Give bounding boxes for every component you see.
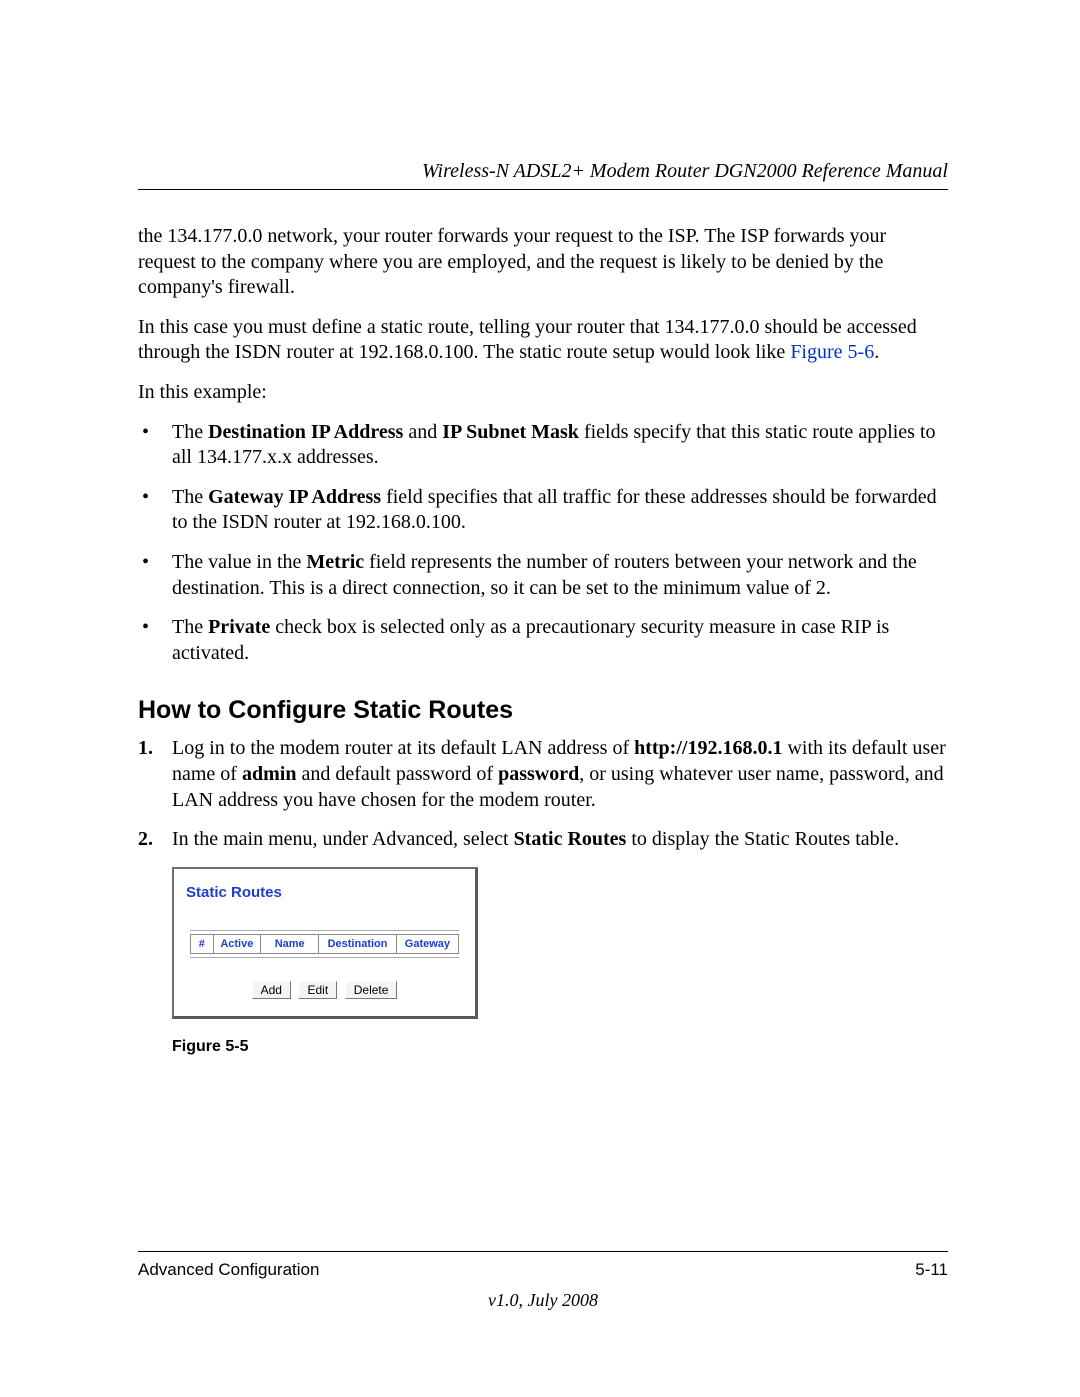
list-item: The Gateway IP Address field specifies t… xyxy=(138,485,948,536)
bold-term: Metric xyxy=(306,551,364,573)
page-footer: Advanced Configuration 5-11 v1.0, July 2… xyxy=(138,1251,948,1311)
text: check box is selected only as a precauti… xyxy=(172,616,889,664)
section-heading: How to Configure Static Routes xyxy=(138,694,948,726)
col-header-active: Active xyxy=(213,934,260,953)
footer-section: Advanced Configuration xyxy=(138,1260,319,1280)
paragraph: the 134.177.0.0 network, your router for… xyxy=(138,224,948,301)
running-header: Wireless-N ADSL2+ Modem Router DGN2000 R… xyxy=(138,160,948,183)
separator xyxy=(190,930,459,931)
bold-term: http://192.168.0.1 xyxy=(634,737,782,759)
bold-term: password xyxy=(498,763,579,785)
col-header-name: Name xyxy=(261,934,319,953)
figure-link[interactable]: Figure 5-6 xyxy=(790,341,874,363)
bold-term: Destination IP Address xyxy=(208,421,403,443)
text: The value in the xyxy=(172,551,306,573)
add-button[interactable]: Add xyxy=(252,981,291,999)
paragraph: In this example: xyxy=(138,380,948,406)
footer-page: 5-11 xyxy=(915,1260,948,1280)
text: and xyxy=(403,421,442,443)
static-routes-panel: Static Routes # Active Name Destination … xyxy=(172,867,478,1019)
bold-term: admin xyxy=(242,763,296,785)
figure: Static Routes # Active Name Destination … xyxy=(172,867,948,1019)
header-rule xyxy=(138,189,948,190)
table-header-row: # Active Name Destination Gateway xyxy=(191,934,459,953)
col-header-number: # xyxy=(191,934,214,953)
col-header-gateway: Gateway xyxy=(396,934,458,953)
figure-caption: Figure 5-5 xyxy=(172,1037,948,1057)
col-header-destination: Destination xyxy=(319,934,396,953)
separator xyxy=(190,957,459,958)
text: and default password of xyxy=(296,763,498,785)
bold-term: Static Routes xyxy=(514,828,627,850)
delete-button[interactable]: Delete xyxy=(345,981,398,999)
text: In the main menu, under Advanced, select xyxy=(172,828,514,850)
step-item: Log in to the modem router at its defaul… xyxy=(138,736,948,813)
paragraph: In this case you must define a static ro… xyxy=(138,315,948,366)
text: The xyxy=(172,616,208,638)
list-item: The value in the Metric field represents… xyxy=(138,550,948,601)
static-routes-table: # Active Name Destination Gateway xyxy=(190,934,459,954)
footer-rule xyxy=(138,1251,948,1252)
bold-term: Gateway IP Address xyxy=(208,486,381,508)
panel-title: Static Routes xyxy=(186,883,463,902)
text: . xyxy=(874,341,879,363)
list-item: The Destination IP Address and IP Subnet… xyxy=(138,420,948,471)
text: The xyxy=(172,421,208,443)
text: Log in to the modem router at its defaul… xyxy=(172,737,634,759)
step-item: In the main menu, under Advanced, select… xyxy=(138,827,948,853)
list-item: The Private check box is selected only a… xyxy=(138,615,948,666)
edit-button[interactable]: Edit xyxy=(298,981,337,999)
text: The xyxy=(172,486,208,508)
text: to display the Static Routes table. xyxy=(626,828,899,850)
bold-term: Private xyxy=(208,616,270,638)
footer-version: v1.0, July 2008 xyxy=(138,1290,948,1311)
bold-term: IP Subnet Mask xyxy=(442,421,579,443)
